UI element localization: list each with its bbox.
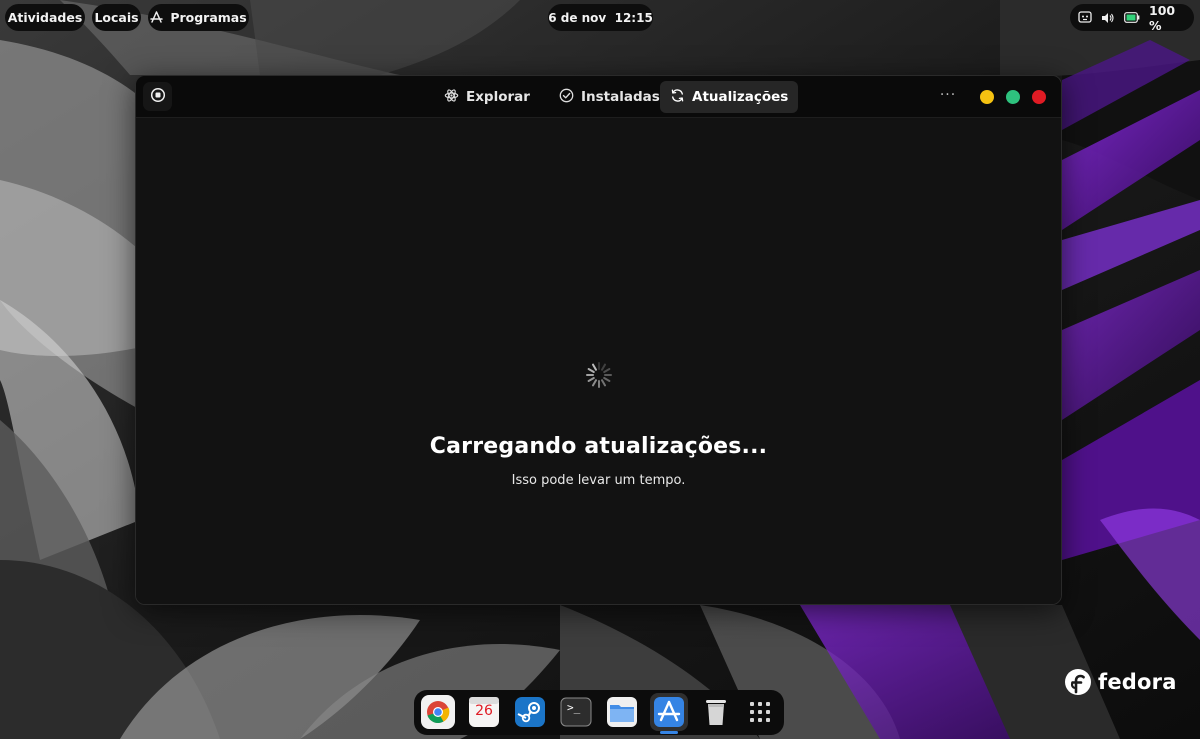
header-bar: Explorar Instaladas Atualizações ··· — [136, 76, 1061, 118]
check-icon — [559, 88, 574, 107]
activities-label: Atividades — [7, 10, 83, 25]
loading-title: Carregando atualizações... — [429, 434, 768, 459]
places-button[interactable]: Locais — [92, 4, 141, 31]
programs-button[interactable]: Programas — [148, 4, 249, 31]
dock-item-software[interactable] — [650, 693, 688, 731]
running-indicator — [660, 731, 678, 734]
maximize-button[interactable] — [1006, 90, 1020, 104]
fedora-logo: fedora — [1064, 668, 1177, 696]
record-icon — [150, 87, 166, 107]
loading-spinner-icon — [586, 362, 612, 388]
updates-page: Carregando atualizações... Isso pode lev… — [136, 118, 1061, 604]
tab-explore-label: Explorar — [466, 89, 530, 105]
menu-dots-icon: ··· — [939, 87, 957, 103]
tab-installed[interactable]: Instaladas — [549, 81, 670, 113]
dock: 26 >_ — [414, 690, 784, 735]
clock-label: 6 de nov 12:15 — [548, 10, 653, 25]
record-button[interactable] — [143, 82, 172, 111]
activities-button[interactable]: Atividades — [5, 4, 85, 31]
spinner-spoke — [587, 377, 595, 382]
top-bar: Atividades Locais Programas 6 de nov 12:… — [0, 0, 1200, 36]
chrome-icon — [421, 695, 455, 729]
spinner-spoke — [603, 368, 611, 373]
app-store-icon — [150, 11, 164, 24]
main-menu-button[interactable]: ··· — [936, 86, 960, 106]
minimize-button[interactable] — [980, 90, 994, 104]
fedora-icon — [1065, 669, 1091, 695]
clock-button[interactable]: 6 de nov 12:15 — [548, 4, 653, 31]
dock-item-calendar[interactable]: 26 — [467, 695, 501, 729]
tab-explore[interactable]: Explorar — [434, 81, 540, 113]
programs-label: Programas — [170, 10, 247, 25]
battery-label: 100 % — [1149, 2, 1176, 33]
volume-icon — [1101, 12, 1115, 24]
dock-item-app-grid[interactable] — [743, 695, 777, 729]
spinner-spoke — [592, 379, 597, 387]
dock-item-terminal[interactable]: >_ — [559, 695, 593, 729]
tab-updates[interactable]: Atualizações — [660, 81, 799, 113]
spinner-spoke — [592, 363, 597, 371]
dock-item-chrome[interactable] — [421, 695, 455, 729]
accessibility-icon — [1078, 11, 1092, 24]
software-icon — [654, 697, 684, 727]
loading-subtitle: Isso pode levar um tempo. — [511, 473, 686, 488]
fedora-wordmark: fedora — [1098, 670, 1177, 694]
calendar-day: 26 — [475, 703, 493, 719]
spinner-spoke — [601, 379, 606, 387]
dock-item-trash[interactable] — [699, 695, 733, 729]
explore-icon — [444, 88, 459, 107]
steam-icon — [515, 697, 545, 727]
tab-installed-label: Instaladas — [581, 89, 660, 105]
refresh-icon — [670, 88, 685, 107]
battery-icon — [1124, 12, 1140, 23]
dock-item-files[interactable] — [605, 695, 639, 729]
places-label: Locais — [94, 10, 139, 25]
app-grid-icon — [750, 702, 770, 722]
trash-icon — [706, 700, 726, 725]
system-status-button[interactable]: 100 % — [1070, 2, 1194, 33]
files-icon — [607, 697, 637, 727]
tab-updates-label: Atualizações — [692, 89, 789, 105]
terminal-prompt: >_ — [567, 701, 581, 714]
spinner-spoke — [587, 368, 595, 373]
spinner-spoke — [603, 377, 611, 382]
spinner-spoke — [601, 363, 606, 371]
dock-item-steam[interactable] — [513, 695, 547, 729]
close-button[interactable] — [1032, 90, 1046, 104]
software-window: Explorar Instaladas Atualizações ··· Car… — [135, 75, 1062, 605]
